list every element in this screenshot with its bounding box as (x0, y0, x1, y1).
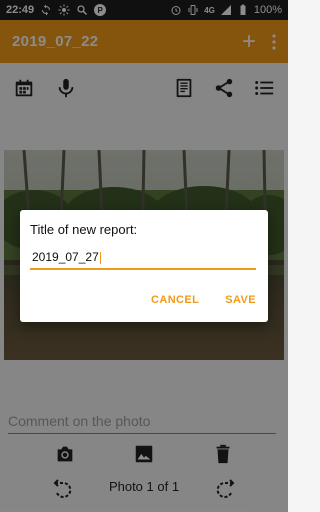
cancel-button[interactable]: CANCEL (151, 294, 199, 306)
new-report-dialog: Title of new report: 2019_07_27 CANCEL S… (20, 210, 268, 322)
report-title-input[interactable]: 2019_07_27 (30, 244, 256, 270)
save-button[interactable]: SAVE (225, 294, 256, 306)
dialog-title: Title of new report: (30, 222, 138, 237)
report-title-value: 2019_07_27 (32, 250, 99, 264)
text-cursor (99, 251, 101, 264)
